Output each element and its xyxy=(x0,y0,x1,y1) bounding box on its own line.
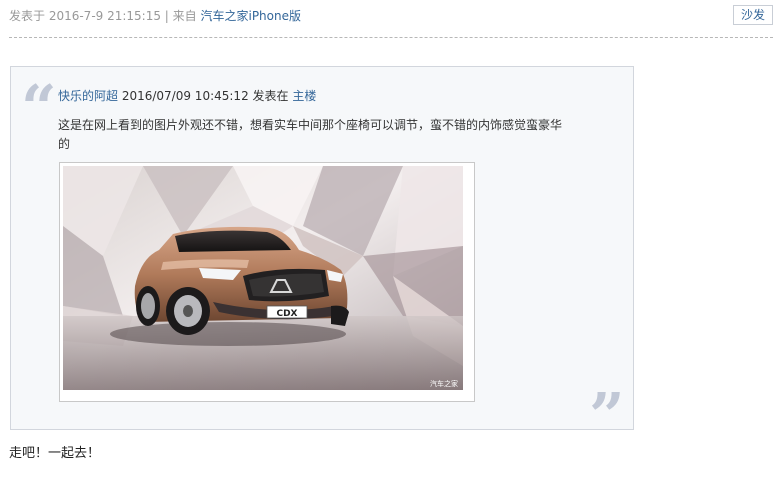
quote-open-icon: “ xyxy=(21,71,57,144)
quote-image[interactable]: CDX 汽车之家 xyxy=(59,162,475,402)
post-meta: 发表于 2016-7-9 21:15:15 | 来自 汽车之家iPhone版 xyxy=(9,6,301,26)
plate-text: CDX xyxy=(276,309,297,319)
quote-close-icon: ” xyxy=(589,379,625,452)
quote-text: 这是在网上看到的图片外观还不错，想看实车中间那个座椅可以调节，蛮不错的内饰感觉蛮… xyxy=(58,118,563,151)
source-link[interactable]: 汽车之家iPhone版 xyxy=(200,9,301,23)
floor-label-button[interactable]: 沙发 xyxy=(733,5,773,25)
divider xyxy=(9,37,773,38)
quote-floor-link[interactable]: 主楼 xyxy=(292,89,316,103)
quote-author-link[interactable]: 快乐的阿超 xyxy=(58,89,118,103)
reply-text: 走吧！一起去！ xyxy=(9,446,101,461)
quote-header: 快乐的阿超 2016/07/09 10:45:12 发表在 主楼 xyxy=(58,87,316,105)
image-watermark: 汽车之家 xyxy=(430,379,458,388)
quote-time: 2016/07/09 10:45:12 发表在 xyxy=(118,89,293,103)
post-time: 发表于 2016-7-9 21:15:15 | 来自 xyxy=(9,9,201,23)
quote-box: “ 快乐的阿超 2016/07/09 10:45:12 发表在 主楼 这是在网上… xyxy=(10,66,634,447)
car-photo: CDX 汽车之家 xyxy=(63,166,463,390)
